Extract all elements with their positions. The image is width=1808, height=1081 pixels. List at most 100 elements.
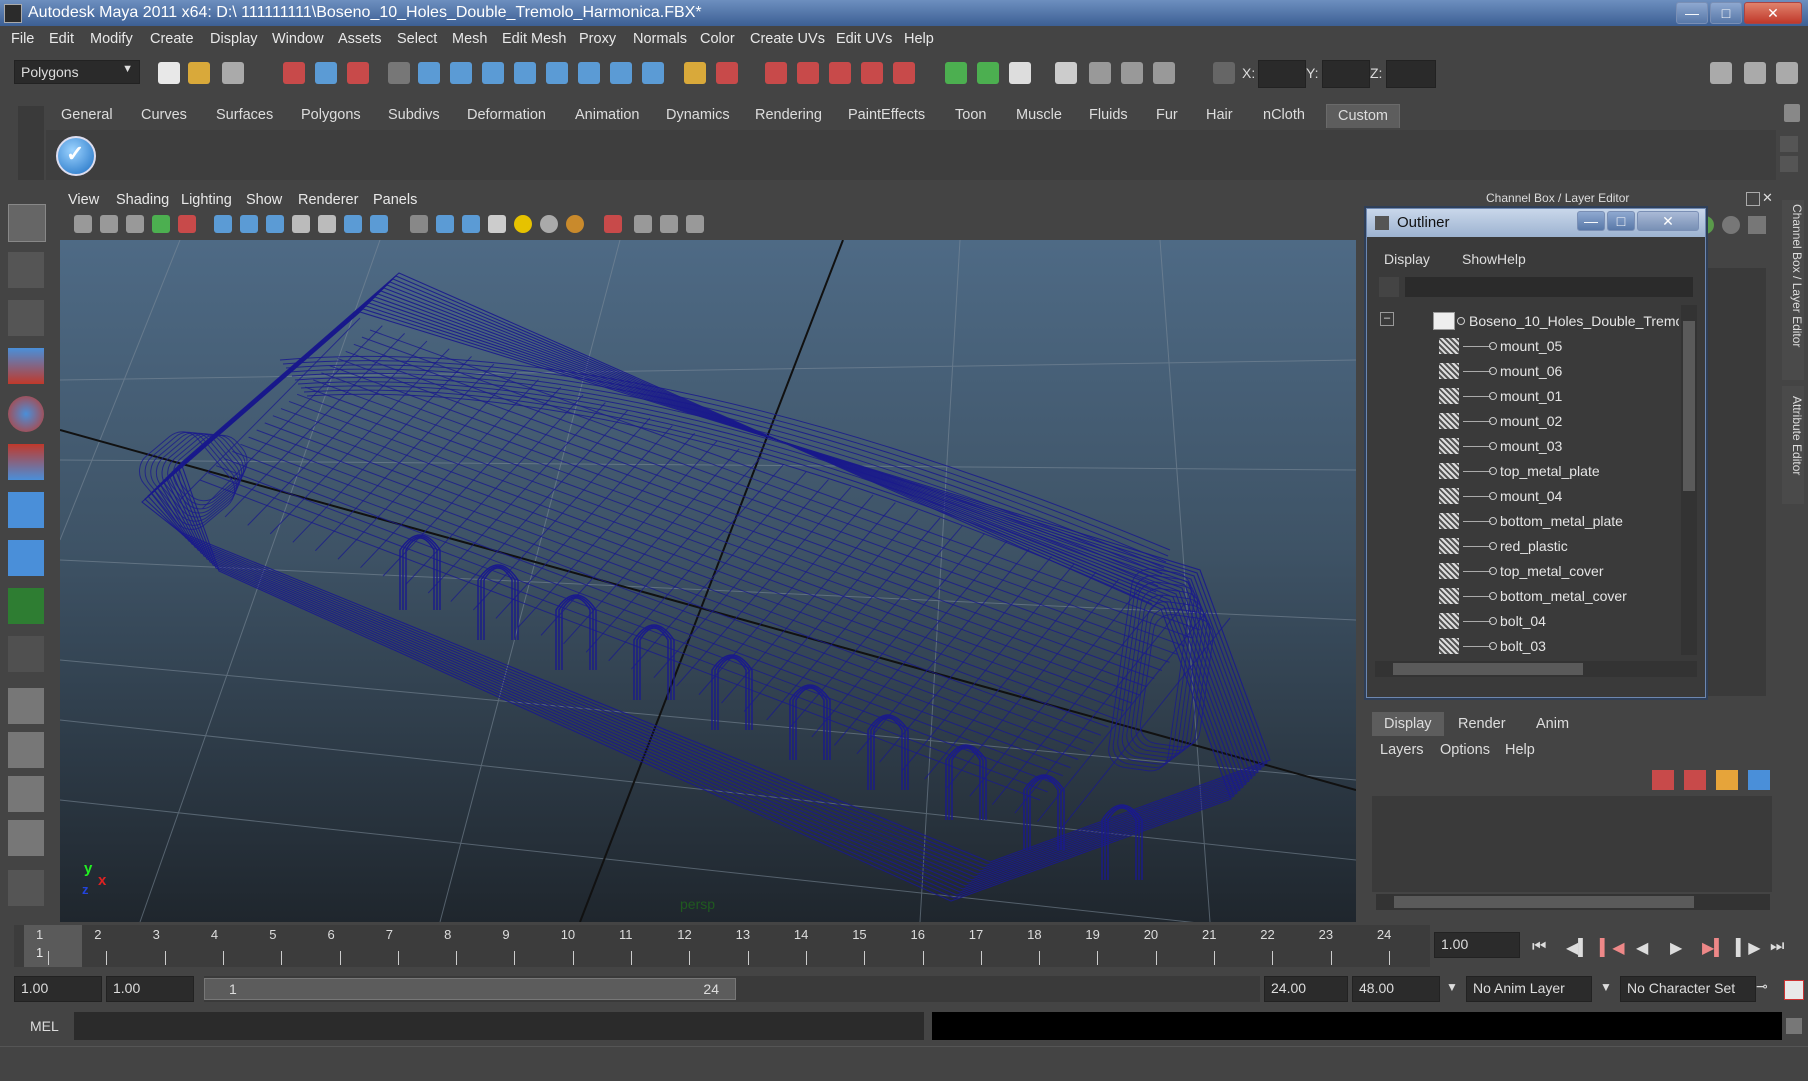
z-field[interactable] [1386,60,1436,88]
hand-tool-icon[interactable] [8,870,44,906]
camera-attributes-icon[interactable] [100,215,118,233]
menu-assets[interactable]: Assets [338,31,382,47]
vp-menu-show[interactable]: Show [246,192,282,208]
outliner-item[interactable]: bottom_metal_plate [1375,509,1679,534]
menu-create[interactable]: Create [150,31,194,47]
xray-joints-icon[interactable] [660,215,678,233]
harmonica-wireframe-mesh[interactable] [131,272,1271,902]
graph-persp-layout-icon[interactable] [8,820,44,856]
layer-tab-anim[interactable]: Anim [1524,712,1581,736]
layer-hscroll-thumb[interactable] [1394,896,1694,908]
outliner-hscrollbar[interactable] [1375,661,1697,677]
preferences-icon[interactable] [1784,980,1804,1000]
bookmarks-icon[interactable] [126,215,144,233]
animation-start-field[interactable]: 1.00 [14,976,102,1002]
tab-custom[interactable]: Custom [1326,104,1400,128]
snap-grid-icon[interactable] [418,62,440,84]
resolution-gate-icon[interactable] [266,215,284,233]
side-tab-channel-box[interactable]: Channel Box / Layer Editor [1782,200,1804,380]
menu-set-dropdown[interactable]: Polygons ▼ [14,60,140,84]
step-forward-key-icon[interactable]: ▶▍ [1702,938,1727,958]
play-forwards-icon[interactable]: ▶ [1670,938,1682,958]
render-view-icon[interactable] [893,62,915,84]
snap-plane-icon[interactable] [514,62,536,84]
outliner-item[interactable]: mount_03 [1375,434,1679,459]
step-back-key-icon[interactable]: ▍◀ [1600,938,1625,958]
select-tool-icon[interactable] [8,204,46,242]
command-language-label[interactable]: MEL [30,1018,59,1034]
all-lights-icon[interactable] [540,215,558,233]
outliner-item[interactable]: mount_04 [1375,484,1679,509]
shelf-scroll-up[interactable] [1780,136,1798,152]
layer-menu-layers[interactable]: Layers [1380,742,1424,758]
minimize-button[interactable]: — [1676,2,1708,24]
outliner-item[interactable]: bottom_metal_cover [1375,584,1679,609]
render-current-icon[interactable] [765,62,787,84]
outliner-hscroll-thumb[interactable] [1393,663,1583,675]
outliner-filter-icon[interactable] [1379,277,1399,297]
layer-menu-options[interactable]: Options [1440,742,1490,758]
tab-animation[interactable]: Animation [564,104,650,128]
menu-edit-mesh[interactable]: Edit Mesh [502,31,566,47]
tab-general[interactable]: General [50,104,124,128]
menu-color[interactable]: Color [700,31,735,47]
menu-create-uvs[interactable]: Create UVs [750,31,825,47]
x-field[interactable] [1258,60,1306,88]
wireframe-on-shaded-icon[interactable] [462,215,480,233]
tab-hair[interactable]: Hair [1195,104,1244,128]
xray-components-icon[interactable] [686,215,704,233]
tab-fluids[interactable]: Fluids [1078,104,1139,128]
vp-menu-view[interactable]: View [68,192,99,208]
outliner-vscroll-thumb[interactable] [1683,321,1695,491]
vp-menu-renderer[interactable]: Renderer [298,192,358,208]
last-tool-icon[interactable] [8,636,44,672]
attribute-editor-toggle-icon[interactable] [1710,62,1732,84]
vp-menu-panels[interactable]: Panels [373,192,417,208]
tab-rendering[interactable]: Rendering [744,104,833,128]
outliner-item[interactable]: mount_05 [1375,334,1679,359]
construction-lock-icon[interactable] [684,62,706,84]
layer-menu-help[interactable]: Help [1505,742,1535,758]
snap-curve-icon[interactable] [450,62,472,84]
outliner-item[interactable]: mount_02 [1375,409,1679,434]
outliner-item[interactable]: top_metal_plate [1375,459,1679,484]
tab-painteffects[interactable]: PaintEffects [837,104,936,128]
soft-mod-tool-icon[interactable] [8,540,44,576]
layer-tab-display[interactable]: Display [1372,712,1444,736]
panel-layout-icon[interactable] [1055,62,1077,84]
outliner-root-row[interactable]: – Boseno_10_Holes_Double_Tremolo [1375,309,1679,334]
wireframe-shading-icon[interactable] [410,215,428,233]
grid-toggle-icon[interactable] [214,215,232,233]
channel-box-brush-icon[interactable] [1748,216,1766,234]
paint-select-tool-icon[interactable] [8,300,44,336]
outliner-close-button[interactable]: ✕ [1637,211,1699,231]
outliner-item[interactable]: mount_01 [1375,384,1679,409]
tab-dynamics[interactable]: Dynamics [655,104,741,128]
outliner-item[interactable]: top_metal_cover [1375,559,1679,584]
lock-selection-icon[interactable] [388,62,410,84]
menu-normals[interactable]: Normals [633,31,687,47]
move-tool-icon[interactable] [8,348,44,384]
single-pane-layout-icon[interactable] [8,688,44,724]
safe-title-icon[interactable] [370,215,388,233]
quick-select-icon[interactable] [977,62,999,84]
new-layer-icon[interactable] [1652,770,1674,790]
outliner-menu-show[interactable]: Show [1462,251,1497,267]
select-component-icon[interactable] [347,62,369,84]
tab-ncloth[interactable]: nCloth [1252,104,1316,128]
two-d-pan-icon[interactable] [178,215,196,233]
camera-select-icon[interactable] [74,215,92,233]
outliner-search-input[interactable] [1405,277,1693,297]
input-line-icon[interactable] [945,62,967,84]
new-scene-icon[interactable] [158,62,180,84]
graph-layout-icon[interactable] [1121,62,1143,84]
shelf-menu-button[interactable] [18,106,44,180]
tab-curves[interactable]: Curves [130,104,198,128]
channel-box-display-icon[interactable] [1722,216,1740,234]
range-slider-track[interactable]: 1 24 [204,976,1260,1002]
isolate-select-icon[interactable] [604,215,622,233]
shelf-scroll-down[interactable] [1780,156,1798,172]
xray-icon[interactable] [634,215,652,233]
menu-proxy[interactable]: Proxy [579,31,616,47]
range-slider-bar[interactable]: 1 24 [204,978,736,1000]
